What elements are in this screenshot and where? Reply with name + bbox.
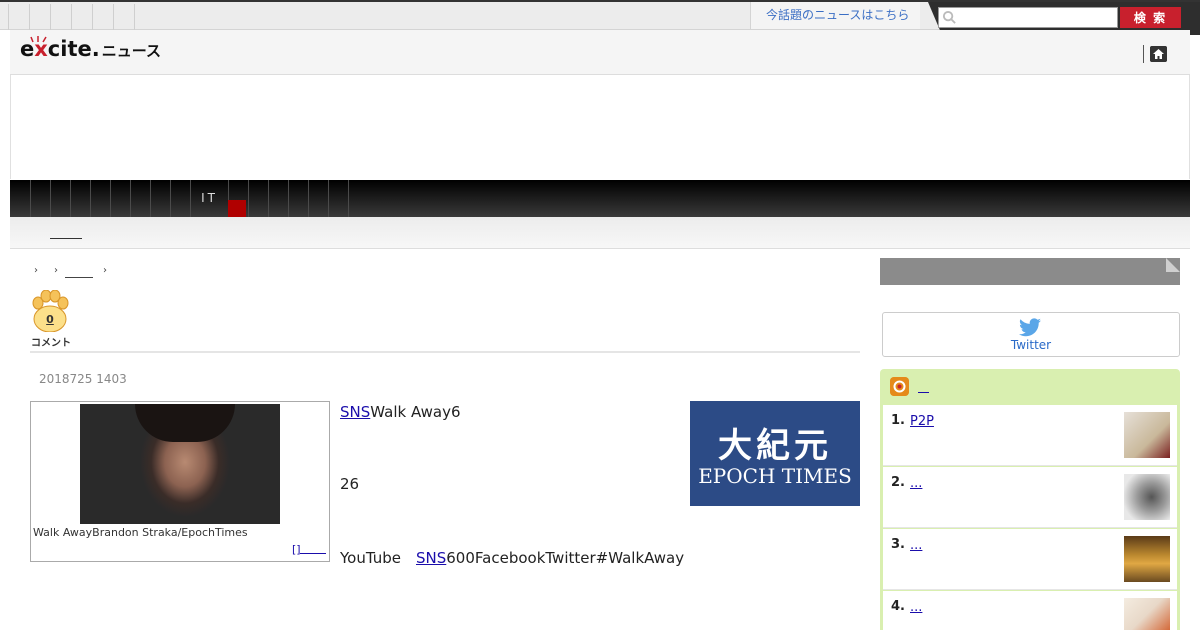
epoch-logo-chinese: 大紀元 [718,426,832,466]
comment-count[interactable]: 0 [30,313,70,326]
nav-item[interactable] [288,180,308,217]
top-link[interactable] [8,4,28,30]
article-paragraph: 26 [340,475,359,493]
breadcrumb-link[interactable] [65,266,93,278]
top-divider [134,4,135,30]
rank-link[interactable]: ... [910,600,922,615]
rank-number: 2. [891,475,905,490]
search-icon [942,10,956,24]
paragraph-text: Walk Away6 [370,403,461,421]
rank-thumbnail[interactable] [1124,536,1170,582]
nav-item[interactable] [110,180,130,217]
nav-item[interactable] [150,180,170,217]
article-paragraph: SNSWalk Away6 [340,403,461,421]
sidebar-banner [880,258,1180,285]
search-input[interactable] [938,7,1118,28]
nav-item[interactable] [268,180,288,217]
nav-item[interactable] [30,180,50,217]
logo-section-text: ニュース [101,42,161,60]
paragraph-text: 600FacebookTwitter#WalkAway [446,549,685,567]
search-button[interactable]: 検 索 [1120,7,1181,28]
nav-active-indicator [228,200,246,217]
nav-item[interactable] [130,180,150,217]
rank-link[interactable]: ... [910,476,922,491]
home-icon[interactable] [1150,46,1167,62]
sns-link[interactable]: SNS [340,403,370,421]
photo-more-link[interactable]: [] [292,543,301,556]
breadcrumb-arrow-icon: › [103,265,107,276]
epoch-logo-english: EPOCH TIMES [698,464,852,488]
sub-nav [10,217,1190,249]
nav-item[interactable] [328,180,348,217]
ad-banner-area [10,75,1190,179]
rank-thumbnail[interactable] [1124,474,1170,520]
ranking-item[interactable]: 3. ... [883,529,1177,590]
top-link[interactable] [92,4,112,30]
rank-link[interactable]: P2P [910,414,934,429]
ranking-title-link[interactable] [918,380,929,393]
paragraph-text: YouTube [340,549,416,567]
twitter-bird-icon [1019,318,1041,337]
sns-link[interactable]: SNS [416,549,446,567]
article-date: 2018725 1403 [39,372,127,386]
breadcrumb-arrow-icon: › [34,265,38,276]
nav-item[interactable] [248,180,268,217]
nav-item[interactable] [308,180,328,217]
top-link[interactable] [50,4,70,30]
nav-item[interactable] [50,180,70,217]
rank-number: 3. [891,537,905,552]
nav-divider [348,180,349,217]
divider [30,351,860,353]
excite-news-logo[interactable]: excite. ニュース [20,37,161,61]
top-link[interactable] [113,4,133,30]
header-divider [1143,45,1144,63]
logo-text: x [34,37,48,61]
comment-label: コメント [31,338,71,349]
logo-text: cite. [47,37,100,61]
rank-thumbnail[interactable] [1124,412,1170,458]
nav-item[interactable] [170,180,190,217]
top-link[interactable] [71,4,91,30]
ranking-item[interactable]: 4. ... [883,591,1177,630]
site-header [10,30,1190,75]
rank-number: 4. [891,599,905,614]
subnav-link[interactable] [50,226,82,239]
ranking-icon [890,377,909,396]
article-paragraph: YouTube SNS600FacebookTwitter#WalkAway [340,547,684,568]
photo-more-underline [300,553,326,554]
breadcrumb-arrow-icon: › [54,265,58,276]
logo-text: e [20,37,35,61]
rank-number: 1. [891,413,905,428]
nav-item-it[interactable]: IT [190,180,228,217]
rank-link[interactable]: ... [910,538,922,553]
ranking-item[interactable]: 2. ... [883,467,1177,528]
nav-item[interactable] [90,180,110,217]
trending-news-link[interactable]: 今話題のニュースはこちら [750,2,920,29]
rank-thumbnail[interactable] [1124,598,1170,630]
nav-item[interactable] [70,180,90,217]
ranking-item[interactable]: 1. P2P [883,405,1177,466]
paragraph-text: 26 [340,475,360,493]
photo-caption: Walk AwayBrandon Straka/EpochTimes [33,526,248,539]
twitter-label: Twitter [1010,338,1052,352]
category-nav: IT [10,180,1190,217]
top-link[interactable] [29,4,49,30]
